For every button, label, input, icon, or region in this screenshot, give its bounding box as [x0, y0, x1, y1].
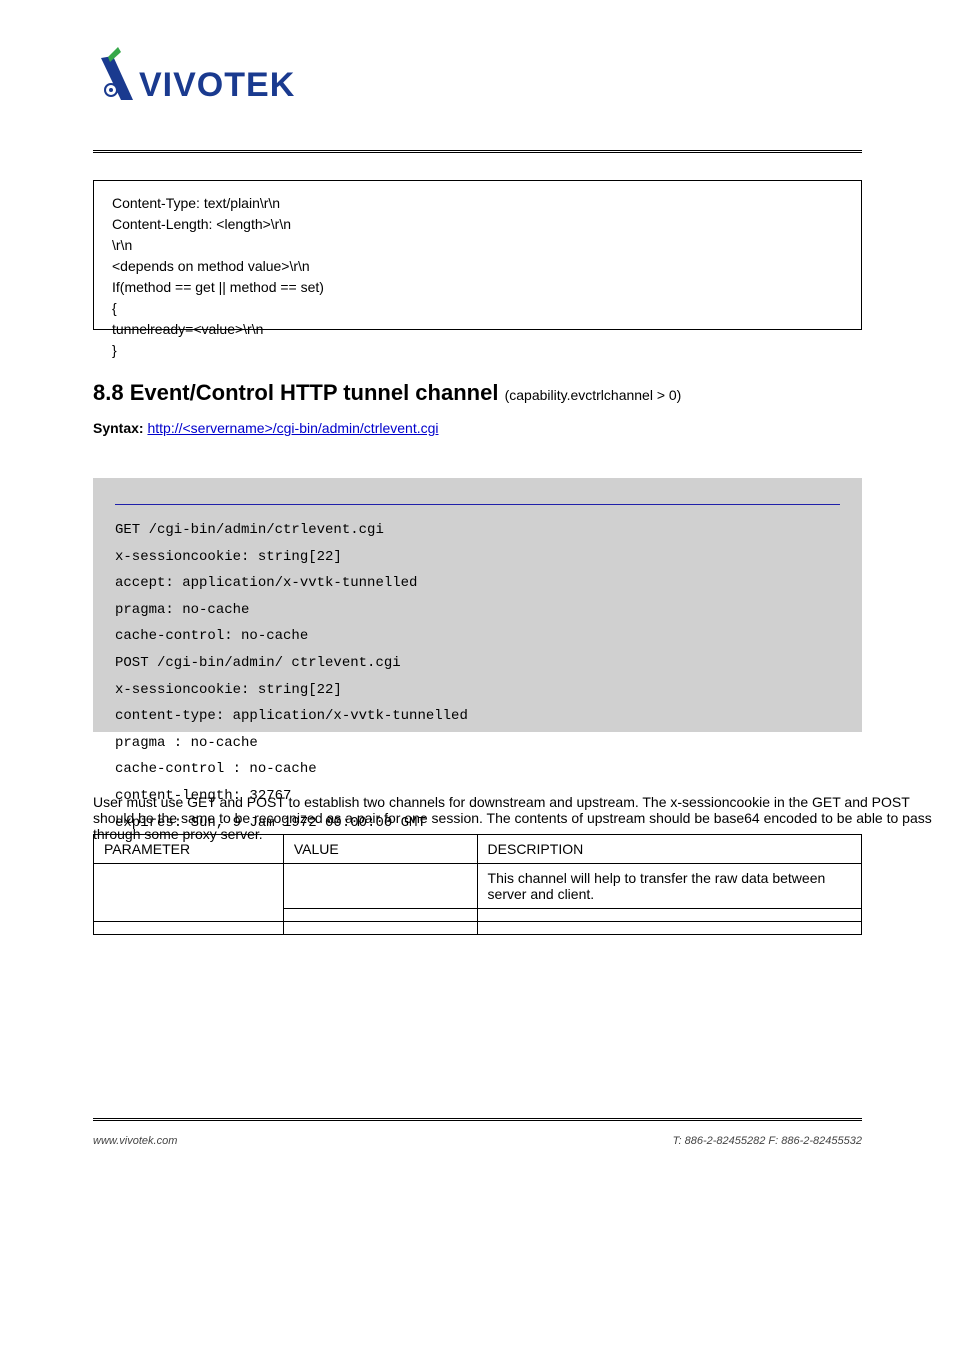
code-line: tunnelready=<value>\r\n: [112, 319, 843, 340]
section-note: (capability.evctrlchannel > 0): [505, 387, 682, 403]
code-line: {: [112, 298, 843, 319]
table-header: DESCRIPTION: [477, 835, 861, 864]
http-tunnel-panel: GET /cgi-bin/admin/ctrlevent.cgi x-sessi…: [93, 478, 862, 732]
table-row: This channel will help to transfer the r…: [94, 864, 862, 909]
code-line: \r\n: [112, 235, 843, 256]
syntax-label: Syntax:: [93, 420, 144, 436]
code-line: x-sessioncookie: string[22]: [115, 544, 840, 571]
code-line: cache-control : no-cache: [115, 756, 840, 783]
table-row: [94, 922, 862, 935]
code-line: POST /cgi-bin/admin/ ctrlevent.cgi: [115, 650, 840, 677]
code-line: x-sessioncookie: string[22]: [115, 677, 840, 704]
table-header: VALUE: [283, 835, 477, 864]
table-cell: This channel will help to transfer the r…: [477, 864, 861, 909]
code-block-panel: Content-Type: text/plain\r\n Content-Len…: [93, 180, 862, 330]
table-cell: [283, 864, 477, 909]
table-cell: [94, 864, 284, 922]
footer-right: T: 886-2-82455282 F: 886-2-82455532: [673, 1135, 862, 1147]
section-title-text: Event/Control HTTP tunnel channel: [130, 380, 499, 405]
section-heading: 8.8 Event/Control HTTP tunnel channel (c…: [93, 380, 681, 406]
footer-rule: [93, 1118, 862, 1121]
code-line: GET /cgi-bin/admin/ctrlevent.cgi: [115, 517, 840, 544]
code-line: }: [112, 340, 843, 361]
header-rule: [93, 150, 862, 153]
section-number: 8.8: [93, 380, 124, 405]
footer-left: www.vivotek.com: [93, 1135, 177, 1147]
parameters-table: PARAMETER VALUE DESCRIPTION This channel…: [93, 834, 862, 935]
table-header: PARAMETER: [94, 835, 284, 864]
panel-rule: [115, 504, 840, 505]
code-line: cache-control: no-cache: [115, 623, 840, 650]
code-line: accept: application/x-vvtk-tunnelled: [115, 570, 840, 597]
page-footer: www.vivotek.com T: 886-2-82455282 F: 886…: [93, 1135, 862, 1147]
table-cell: [94, 922, 284, 935]
code-line: If(method == get || method == set): [112, 277, 843, 298]
table-cell: [283, 922, 477, 935]
table-cell: [283, 909, 477, 922]
code-line: <depends on method value>\r\n: [112, 256, 843, 277]
code-line: pragma : no-cache: [115, 730, 840, 757]
syntax-url: http://<servername>/cgi-bin/admin/ctrlev…: [147, 420, 438, 436]
table-cell: [477, 922, 861, 935]
syntax-row: Syntax: http://<servername>/cgi-bin/admi…: [93, 420, 862, 436]
code-line: Content-Type: text/plain\r\n: [112, 193, 843, 214]
brand-logo: VIVOTEK: [93, 42, 318, 120]
svg-text:VIVOTEK: VIVOTEK: [139, 66, 295, 104]
code-line: content-type: application/x-vvtk-tunnell…: [115, 703, 840, 730]
code-line: pragma: no-cache: [115, 597, 840, 624]
table-cell: [477, 909, 861, 922]
code-line: Content-Length: <length>\r\n: [112, 214, 843, 235]
